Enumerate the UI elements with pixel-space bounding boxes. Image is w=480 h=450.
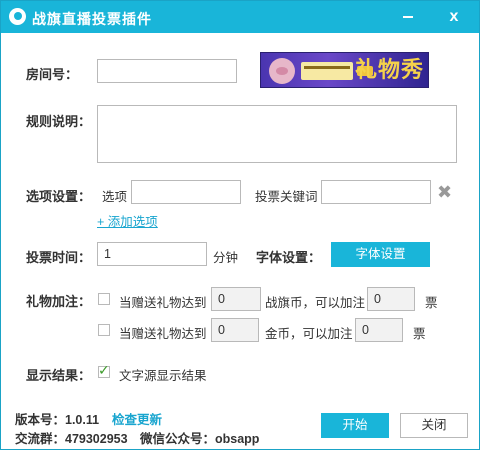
font-label: 字体设置：	[256, 250, 322, 265]
gift-row-1-checkbox[interactable]	[98, 293, 110, 305]
gift-label: 礼物加注：	[26, 294, 92, 309]
option-input[interactable]	[131, 180, 241, 204]
banner-text: 礼物秀	[354, 57, 424, 82]
remove-option-icon[interactable]: ✖	[437, 183, 452, 201]
app-logo-icon	[9, 8, 26, 25]
gift-row-2-amount-input[interactable]	[211, 318, 259, 342]
keyword-label: 投票关键词	[255, 190, 318, 204]
close-button[interactable]: 关闭	[400, 413, 468, 438]
rules-label: 规则说明：	[26, 114, 92, 129]
room-label: 房间号：	[26, 67, 79, 82]
gift-row-1-votes-input[interactable]	[367, 287, 415, 311]
gift-show-banner[interactable]: 礼物秀	[260, 52, 429, 88]
vote-time-unit: 分钟	[213, 251, 239, 265]
add-option-link[interactable]: + 添加选项	[97, 211, 158, 230]
close-window-button[interactable]: x	[441, 5, 467, 29]
group-text: 交流群：479302953	[15, 432, 128, 446]
minimize-icon	[403, 15, 413, 18]
window-title: 战旗直播投票插件	[32, 11, 152, 27]
vote-time-label: 投票时间：	[26, 250, 92, 265]
gift-row-1-middle: 战旗币，可以加注	[265, 296, 366, 310]
text-source-display-label: 文字源显示结果	[119, 369, 207, 383]
gift-row-2-votes-input[interactable]	[355, 318, 403, 342]
title-bar[interactable]: 战旗直播投票插件 x	[1, 1, 479, 33]
banner-mascot-icon	[269, 58, 295, 84]
version-text: 版本号：1.0.11	[15, 413, 100, 427]
plugin-window: 战旗直播投票插件 x 房间号： 礼物秀 规则说明： 选项设置： 选项 投票关键词…	[0, 0, 480, 450]
minimize-button[interactable]	[395, 5, 421, 29]
room-input[interactable]	[97, 59, 237, 83]
gift-row-2-middle: 金币，可以加注	[265, 327, 353, 341]
gift-row-2-suffix: 票	[413, 327, 426, 341]
gift-row-1-suffix: 票	[425, 296, 438, 310]
close-icon: x	[449, 8, 459, 25]
check-update-link[interactable]: 检查更新	[112, 409, 162, 428]
gift-row-2-checkbox[interactable]	[98, 324, 110, 336]
keyword-input[interactable]	[321, 180, 431, 204]
display-label: 显示结果：	[26, 368, 92, 383]
option-label: 选项	[102, 190, 128, 204]
vote-time-input[interactable]	[97, 242, 207, 266]
banner-tag	[301, 62, 353, 80]
gift-row-2-prefix: 当赠送礼物达到	[119, 327, 207, 341]
wechat-text: 微信公众号：obsapp	[140, 432, 260, 446]
font-settings-button[interactable]: 字体设置	[331, 242, 430, 267]
text-source-display-checkbox[interactable]	[98, 362, 110, 379]
options-label: 选项设置：	[26, 189, 92, 204]
rules-textarea[interactable]	[97, 105, 457, 163]
start-button[interactable]: 开始	[321, 413, 389, 438]
gift-row-1-prefix: 当赠送礼物达到	[119, 296, 207, 310]
gift-row-1-amount-input[interactable]	[211, 287, 261, 311]
